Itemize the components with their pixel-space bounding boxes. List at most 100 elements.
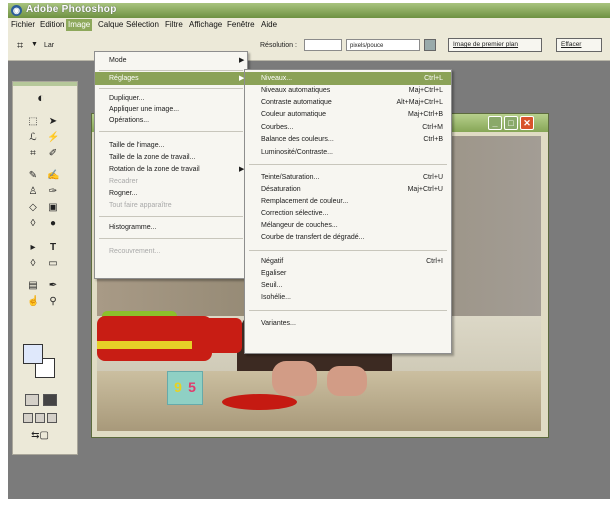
gradient-icon[interactable]: ▣ xyxy=(47,202,59,214)
submenu-arrow-icon: ▶ xyxy=(239,57,245,64)
front-image-button[interactable]: Image de premier plan xyxy=(448,38,542,52)
notes-icon[interactable]: ▤ xyxy=(27,280,39,292)
standard-mode-icon[interactable] xyxy=(25,394,39,406)
photo-number-cube: 9 5 xyxy=(167,371,203,405)
minimize-icon[interactable]: _ xyxy=(488,116,502,130)
photo-hand-left xyxy=(272,361,317,396)
lasso-icon[interactable]: ℒ xyxy=(27,132,39,144)
photo-hand-right xyxy=(327,366,367,396)
shape-icon[interactable]: ▭ xyxy=(47,258,59,270)
menu-filtre[interactable]: Filtre xyxy=(165,20,183,29)
menu-separator xyxy=(99,216,243,217)
menu-item-label: Histogramme... xyxy=(109,224,157,231)
menu-item-label: Courbe de transfert de dégradé... xyxy=(261,234,365,241)
menu-item-label: Opérations... xyxy=(109,117,150,124)
menu-separator xyxy=(99,131,243,132)
menu-affichage[interactable]: Affichage xyxy=(189,20,222,29)
move-icon[interactable]: ➤ xyxy=(47,116,59,128)
menu-separator xyxy=(249,310,447,311)
photo-table-front xyxy=(97,371,541,431)
menu-item-mode[interactable]: Mode ▶ xyxy=(95,54,247,67)
maximize-icon[interactable]: □ xyxy=(504,116,518,130)
menu-separator xyxy=(99,88,243,89)
menu-item-balance-couleurs[interactable]: Balance des couleurs... Ctrl+B xyxy=(245,133,451,146)
menu-item-histogramme[interactable]: Histogramme... xyxy=(95,221,247,234)
clear-button[interactable]: Effacer xyxy=(556,38,602,52)
toolbox-grip[interactable] xyxy=(13,82,77,86)
menu-item-label: Balance des couleurs... xyxy=(261,136,334,143)
units-select[interactable]: pixels/pouce xyxy=(346,39,420,51)
history-brush-icon[interactable]: ✑ xyxy=(47,186,59,198)
zoom-icon[interactable]: ⚲ xyxy=(47,296,59,308)
photo-red-toy xyxy=(97,316,212,361)
quick-mask-icon[interactable] xyxy=(43,394,57,406)
menu-item-label: Tout faire apparaître xyxy=(109,202,172,209)
imageready-icon[interactable]: ⇆▢ xyxy=(25,430,55,442)
menu-item-isohelie[interactable]: Isohélie... xyxy=(245,291,451,304)
dodge-icon[interactable]: ● xyxy=(47,218,59,230)
menu-bar: Fichier Edition Image Calque Sélection F… xyxy=(8,18,610,32)
photo-red-frisbee xyxy=(222,394,297,410)
units-dropdown-icon[interactable] xyxy=(424,39,436,51)
close-icon[interactable]: ✕ xyxy=(520,116,534,130)
photo-yellow-stripe xyxy=(97,341,192,349)
menu-item-tout-faire-apparaitre[interactable]: Tout faire apparaître xyxy=(95,199,247,212)
menu-aide[interactable]: Aide xyxy=(261,20,277,29)
pen-icon[interactable]: ◊ xyxy=(27,258,39,270)
menu-selection[interactable]: Sélection xyxy=(126,20,159,29)
eraser-icon[interactable]: ◇ xyxy=(27,202,39,214)
menu-item-courbe-transfert[interactable]: Courbe de transfert de dégradé... xyxy=(245,231,451,244)
healing-brush-icon[interactable]: ✎ xyxy=(27,170,39,182)
menu-item-label: Mode xyxy=(109,57,127,64)
menu-image[interactable]: Image xyxy=(66,19,93,31)
image-menu: Mode ▶ Réglages ▶ Dupliquer... Appliquer… xyxy=(94,51,248,279)
menu-item-recouvrement[interactable]: Recouvrement... xyxy=(95,245,247,258)
screen-mode-3-icon[interactable] xyxy=(47,413,57,423)
resolution-label: Résolution : xyxy=(260,42,297,49)
screen-mode-1-icon[interactable] xyxy=(23,413,33,423)
menu-item-label: Couleur automatique xyxy=(261,111,326,118)
foreground-color-swatch[interactable] xyxy=(23,344,43,364)
menu-shortcut: Ctrl+B xyxy=(423,136,443,143)
clone-stamp-icon[interactable]: ♙ xyxy=(27,186,39,198)
menu-separator xyxy=(249,164,447,165)
menu-item-label: Variantes... xyxy=(261,320,296,327)
type-icon[interactable]: T xyxy=(47,242,59,254)
width-label: Lar xyxy=(44,42,55,49)
tool-preset-arrow-icon[interactable]: ▼ xyxy=(31,41,38,48)
menu-edition[interactable]: Edition xyxy=(40,20,64,29)
crop-tool-icon[interactable]: ⌗ xyxy=(27,148,39,160)
path-selection-icon[interactable]: ▸ xyxy=(27,242,39,254)
menu-separator xyxy=(99,70,243,71)
magic-wand-icon[interactable]: ⚡ xyxy=(47,132,59,144)
cube-digit-1: 9 xyxy=(174,379,182,395)
menu-separator xyxy=(249,250,447,251)
menu-fichier[interactable]: Fichier xyxy=(11,20,35,29)
hand-icon[interactable]: ☝ xyxy=(27,296,39,308)
blur-icon[interactable]: ◊ xyxy=(27,218,39,230)
menu-shortcut: Maj+Ctrl+B xyxy=(407,111,443,118)
menu-item-couleur-auto[interactable]: Couleur automatique Maj+Ctrl+B xyxy=(245,108,451,121)
resolution-input[interactable] xyxy=(304,39,342,51)
menu-item-variantes[interactable]: Variantes... xyxy=(245,317,451,330)
menu-calque[interactable]: Calque xyxy=(98,20,123,29)
eyedropper-icon[interactable]: ✒ xyxy=(47,280,59,292)
menu-item-operations[interactable]: Opérations... xyxy=(95,114,247,127)
brush-icon[interactable]: ✍ xyxy=(47,170,59,182)
menu-item-reglages[interactable]: Réglages ▶ xyxy=(95,72,247,85)
marquee-icon[interactable]: ⬚ xyxy=(27,116,39,128)
photoshop-window: ◉ Adobe Photoshop Fichier Edition Image … xyxy=(8,3,610,499)
screen-mode-2-icon[interactable] xyxy=(35,413,45,423)
slice-icon[interactable]: ✐ xyxy=(47,148,59,160)
ps-logo-icon[interactable]: ◉ xyxy=(11,5,22,16)
adobe-online-icon[interactable]: ◐ xyxy=(35,91,47,104)
crop-icon[interactable]: ⌗ xyxy=(17,40,23,53)
title-bar: ◉ Adobe Photoshop xyxy=(8,3,610,18)
menu-fenetre[interactable]: Fenêtre xyxy=(227,20,255,29)
toolbox: ◐ ⬚ ➤ ℒ ⚡ ⌗ ✐ ✎ ✍ ♙ ✑ ◇ ▣ ◊ ● ▸ T ◊ ▭ ▤ … xyxy=(12,81,78,455)
menu-item-label: Recouvrement... xyxy=(109,248,161,255)
cube-digit-2: 5 xyxy=(188,379,196,395)
reglages-submenu: Niveaux... Ctrl+L Niveaux automatiques M… xyxy=(244,69,452,354)
menu-item-luminosite-contraste[interactable]: Luminosité/Contraste... xyxy=(245,146,451,159)
menu-item-label: Réglages xyxy=(109,75,139,82)
